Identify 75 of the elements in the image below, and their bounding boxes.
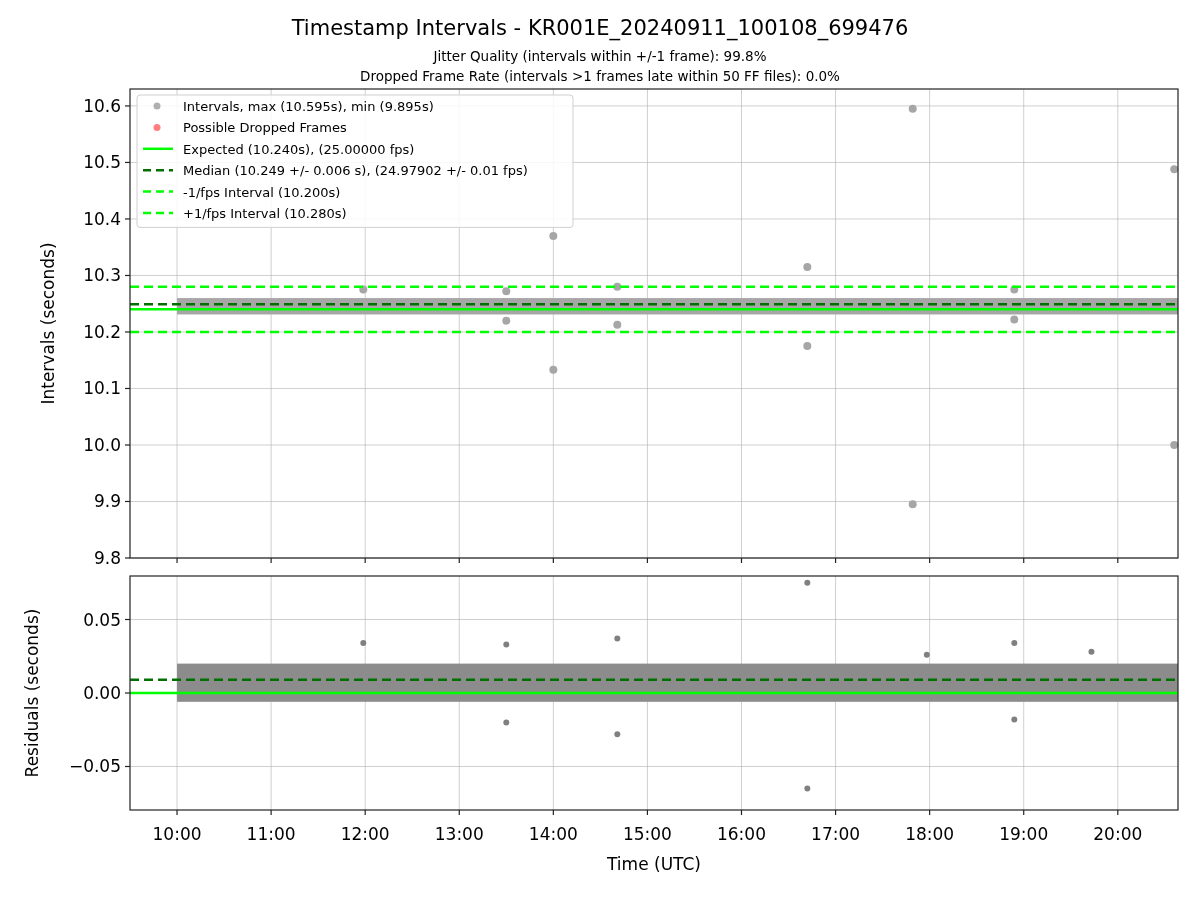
legend-label: Median (10.249 +/- 0.006 s), (24.97902 +/- 0.01 fps) (183, 163, 528, 179)
tick-mark (646, 557, 648, 564)
x-tick-label: 14:00 (528, 824, 578, 844)
y-tick-label: 10.0 (83, 435, 121, 455)
y-tick-label: 10.4 (83, 208, 121, 229)
y-tick-label: 10.1 (83, 378, 121, 399)
legend-label: Possible Dropped Frames (183, 120, 347, 136)
tick-mark (124, 105, 131, 107)
tick-mark (834, 809, 837, 816)
tick-mark (740, 809, 743, 816)
y-tick-label: 10.5 (83, 152, 121, 173)
tick-mark (929, 557, 931, 564)
x-tick-label: 19:00 (999, 824, 1049, 844)
legend-marker-icon (153, 102, 161, 110)
legend-label: Expected (10.240s), (25.00000 fps) (183, 141, 415, 157)
legend-line-icon (143, 168, 173, 172)
x-tick-label: 16:00 (717, 824, 766, 844)
x-axis-label: Time (UTC) (607, 854, 701, 874)
y-tick-label: 0.00 (83, 683, 121, 703)
tick-mark (124, 387, 131, 390)
y-axis-label: Residuals (seconds) (22, 608, 42, 778)
legend-line-icon (143, 190, 173, 193)
x-tick-label: 10:00 (152, 824, 202, 844)
legend-line-icon (143, 147, 173, 151)
y-tick-label: 10.2 (83, 322, 121, 342)
tick-mark (834, 557, 837, 564)
x-tick-label: 11:00 (246, 824, 296, 844)
x-tick-label: 17:00 (811, 824, 861, 844)
y-tick-label: 0.05 (83, 609, 121, 630)
tick-mark (1117, 557, 1119, 564)
y-tick-label: −0.05 (68, 756, 121, 777)
tick-mark (124, 557, 131, 559)
tick-mark (124, 500, 131, 503)
tick-mark (740, 557, 743, 564)
tick-mark (124, 274, 131, 277)
tick-mark (270, 809, 272, 816)
y-tick-label: 9.9 (93, 491, 121, 512)
x-tick-label: 13:00 (434, 824, 484, 844)
chart-title: Timestamp Intervals - KR001E_20240911_100108_699476 (290, 15, 910, 40)
tick-mark (1023, 809, 1025, 816)
y-tick-label: 10.6 (83, 95, 121, 116)
legend-label: Intervals, max (10.595s), min (9.895s) (183, 99, 434, 114)
tick-mark (124, 218, 131, 220)
tick-mark (124, 331, 131, 333)
tick-mark (124, 765, 131, 768)
y-axis-label: Intervals (seconds) (38, 242, 58, 405)
tick-mark (646, 809, 648, 816)
tick-mark (176, 809, 178, 816)
legend-label: +1/fps Interval (10.280s) (183, 206, 347, 221)
tick-mark (124, 618, 131, 621)
legend-line-icon (143, 211, 173, 215)
legend-marker-icon (153, 123, 161, 131)
tick-mark (552, 557, 554, 564)
tick-mark (1023, 557, 1025, 564)
tick-mark (552, 809, 554, 816)
tick-mark (458, 557, 460, 564)
y-tick-label: 9.8 (93, 548, 121, 564)
tick-mark (458, 809, 460, 816)
tick-mark (176, 557, 178, 564)
tick-mark (124, 692, 131, 694)
tick-mark (1117, 809, 1119, 816)
y-tick-label: 10.3 (83, 265, 121, 286)
x-tick-label: 18:00 (905, 824, 955, 844)
x-tick-label: 12:00 (340, 824, 390, 844)
x-tick-label: 15:00 (622, 824, 672, 844)
tick-mark (364, 809, 366, 816)
tick-mark (124, 161, 131, 164)
tick-mark (364, 557, 366, 564)
x-tick-label: 20:00 (1093, 824, 1143, 844)
chart-subtitle: Jitter Quality (intervals within +/-1 frame): 99.8% (431, 47, 768, 66)
chart-subtitle: Dropped Frame Rate (intervals >1 frames late within 50 FF files): 0.0% (359, 67, 841, 86)
tick-mark (124, 444, 131, 446)
legend-label: -1/fps Interval (10.200s) (183, 184, 341, 200)
tick-mark (929, 809, 931, 816)
tick-mark (270, 557, 272, 564)
